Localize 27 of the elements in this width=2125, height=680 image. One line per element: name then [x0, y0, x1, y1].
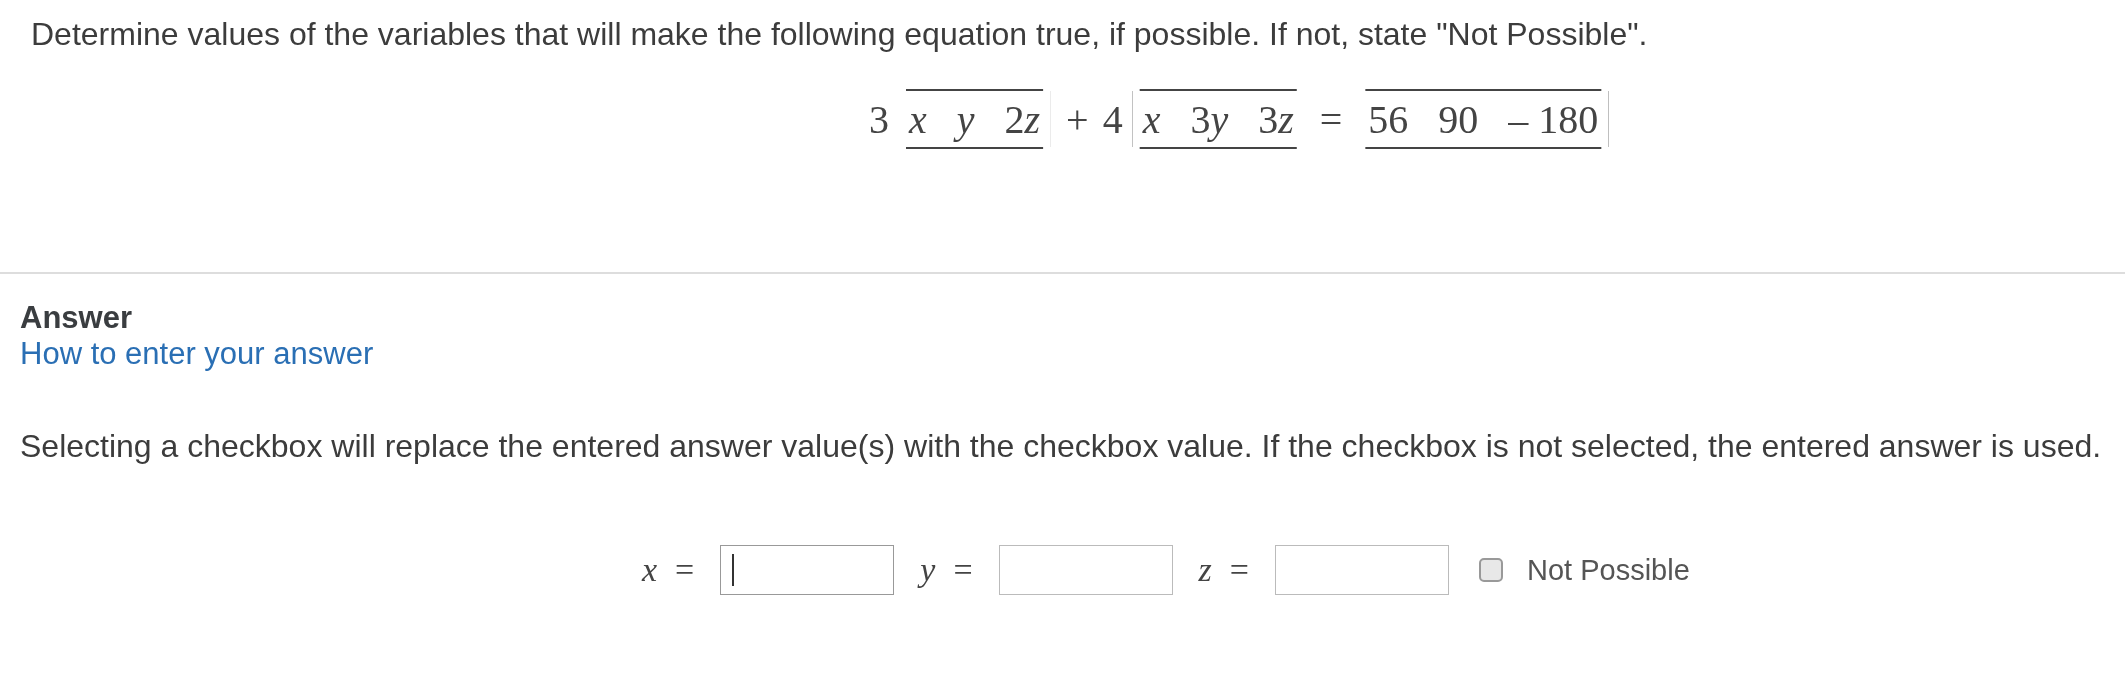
instruction-text: Selecting a checkbox will replace the entered answer value(s) with the checkbox value. If the checkbox is not selected, the entered answer is used. — [20, 428, 2103, 465]
equals-sign: = — [675, 551, 695, 589]
matrix-entry: – 180 — [1508, 95, 1599, 143]
answer-field[interactable] — [998, 545, 1173, 595]
text-cursor — [732, 554, 735, 586]
matrix-entry: x — [1142, 95, 1161, 143]
matrix-entry: 90 — [1438, 95, 1479, 143]
help-link[interactable]: How to enter your answer — [20, 336, 374, 372]
plus-sign: + — [1065, 95, 1090, 143]
answer-field[interactable] — [1275, 545, 1449, 595]
equals-sign: = — [1318, 95, 1344, 143]
equals-sign: = — [1229, 551, 1249, 589]
matrix-entry: 3y — [1190, 95, 1229, 143]
matrix-entry: 3z — [1258, 95, 1294, 143]
matrix-entry: 56 — [1368, 95, 1409, 143]
coefficient: 4 — [1102, 95, 1123, 143]
matrix-entry: x — [909, 95, 927, 143]
checkbox[interactable] — [1479, 558, 1503, 582]
answer-field[interactable] — [720, 545, 895, 595]
matrix-entry: 2z — [1004, 95, 1041, 143]
variable-label: x — [642, 551, 658, 589]
checkbox-label: Not Possible — [1527, 553, 1690, 587]
question-text: Determine values of the variables that will make the following equation true, if possible. If not, state "Not Possible". — [31, 16, 1649, 53]
equals-sign: = — [953, 551, 973, 589]
answer-heading: Answer — [20, 300, 133, 336]
coefficient: 3 — [869, 95, 889, 143]
variable-label: z — [1198, 551, 1212, 589]
